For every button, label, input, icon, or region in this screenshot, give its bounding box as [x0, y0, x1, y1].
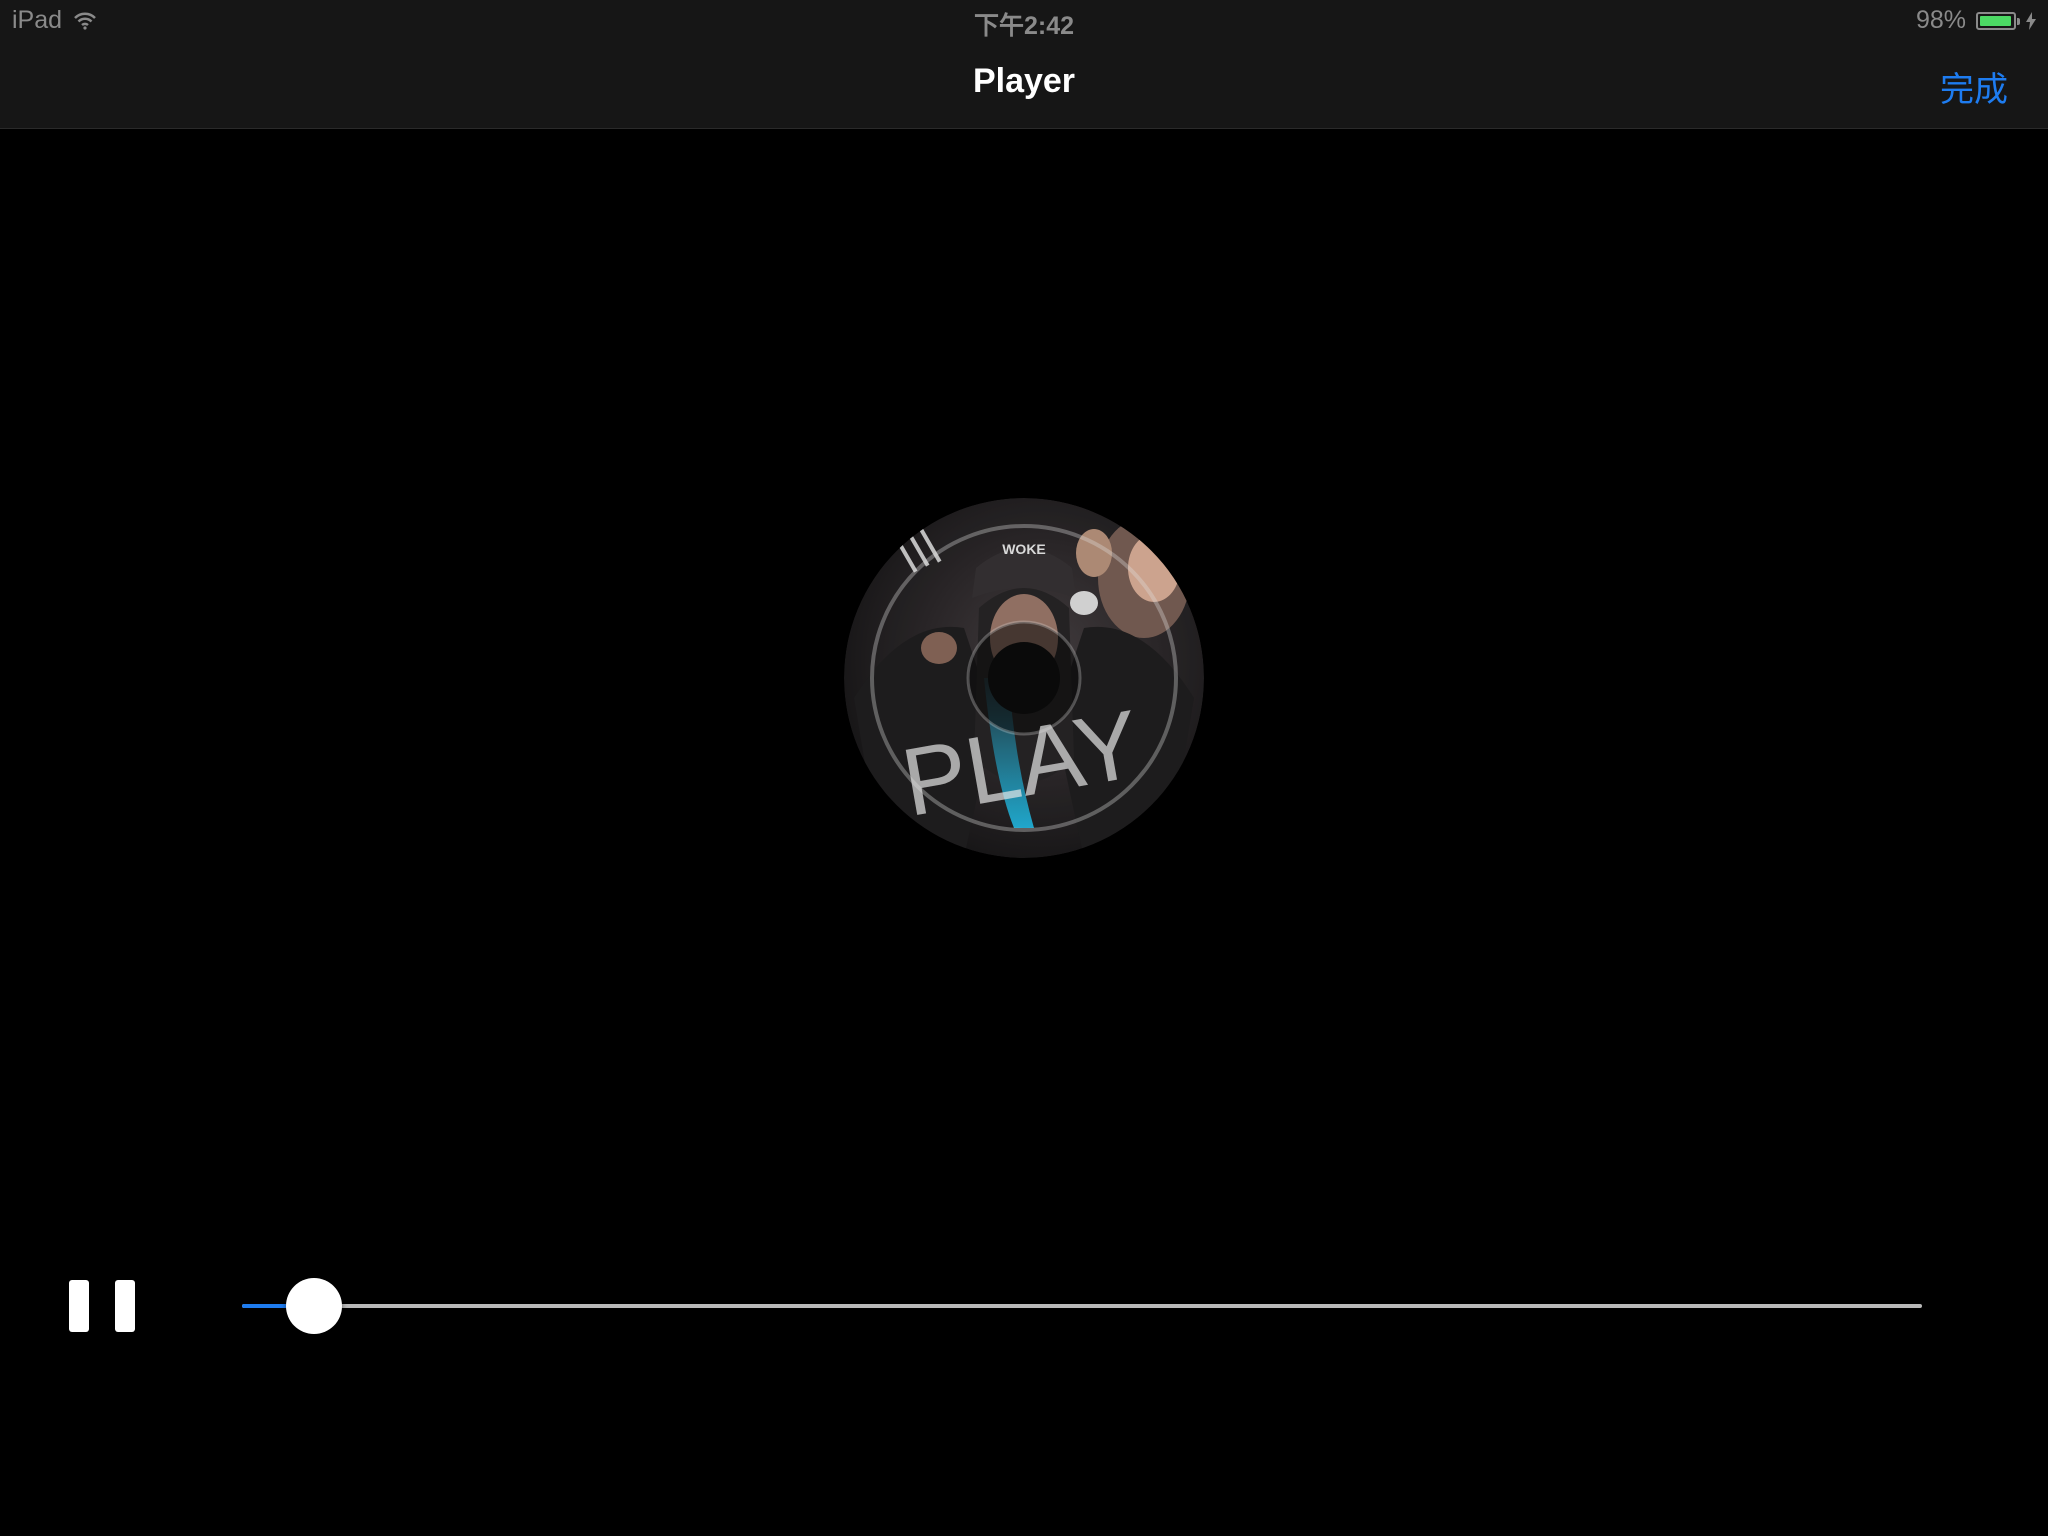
pause-icon-bar-right [115, 1280, 135, 1332]
album-art: WOKE PLAY [844, 498, 1204, 858]
progress-slider[interactable] [242, 1276, 1922, 1336]
slider-track [242, 1304, 1922, 1308]
album-disc: WOKE PLAY [844, 498, 1204, 858]
pause-icon-bar-left [69, 1280, 89, 1332]
player-screen: iPad 下午2:42 98% Player 完成 PLAY [0, 0, 2048, 1536]
charging-bolt-icon [2026, 11, 2036, 30]
battery-icon [1976, 11, 2020, 30]
slider-thumb[interactable] [286, 1278, 343, 1334]
navigation-bar: Player 完成 [0, 40, 2048, 129]
battery-percentage: 98% [1915, 6, 1966, 34]
pause-button[interactable] [60, 1270, 144, 1340]
status-right: 98% [1916, 6, 2036, 35]
page-title: Player [972, 62, 1076, 100]
done-button[interactable]: 完成 [1940, 62, 2008, 111]
battery-cap [2017, 17, 2020, 25]
status-time: 下午2:42 [973, 12, 1075, 40]
battery-level [1980, 15, 2012, 26]
status-bar: iPad 下午2:42 98% [0, 0, 2048, 40]
